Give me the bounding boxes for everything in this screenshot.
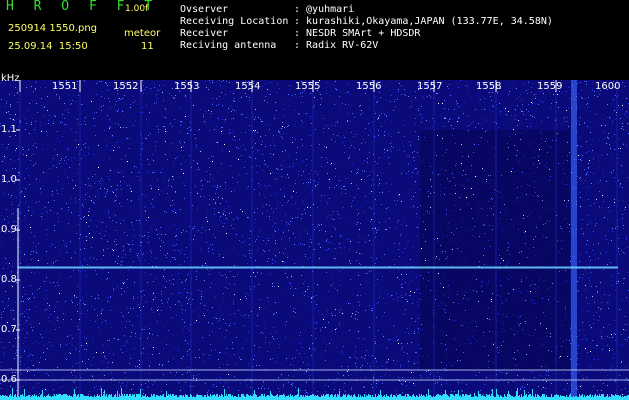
y-tick-label: 0.8 (1, 274, 17, 285)
vertical-signal-band (571, 80, 577, 400)
version-label: 1.00f (125, 4, 149, 14)
y-tick-label: 1.1 (1, 124, 17, 135)
x-tick-label: 1556 (356, 81, 382, 92)
antenna-label: Reciving antenna (180, 40, 277, 51)
x-tick-label: 1559 (537, 81, 563, 92)
x-tick-label: 1554 (235, 81, 261, 92)
x-tick-label: 1555 (295, 81, 321, 92)
spectrogram-plot (0, 80, 629, 400)
y-tick-label: 1.0 (1, 174, 17, 185)
meteor-label: meteor (124, 28, 161, 39)
y-tick-label: 0.6 (1, 374, 17, 385)
y-tick-label: 0.9 (1, 224, 17, 235)
x-tick-label: 1551 (52, 81, 78, 92)
receiver-value: : NESDR SMArt + HDSDR (294, 28, 421, 39)
x-tick-label: 1600 (595, 81, 621, 92)
observer-value: : @yuhmari (294, 4, 355, 15)
x-tick-label: 1553 (174, 81, 200, 92)
meteor-count: 11 (141, 41, 154, 52)
location-label: Receiving Location (180, 16, 289, 27)
location-value: : kurashiki,Okayama,JAPAN (133.77E, 34.5… (294, 16, 553, 27)
header-panel: H R O F F T 1.00f 250914 1550.png 25.09.… (0, 0, 629, 80)
filename-label: 250914 1550.png (8, 23, 98, 34)
x-tick-label: 1557 (417, 81, 443, 92)
y-tick-label: 0.7 (1, 324, 17, 335)
x-tick-label: 1552 (113, 81, 139, 92)
datetime-label: 25.09.14 15:50 (8, 41, 88, 52)
antenna-value: : Radix RV-62V (294, 40, 379, 51)
x-tick-label: 1558 (476, 81, 502, 92)
receiver-label: Receiver (180, 28, 229, 39)
y-axis-unit-label: kHz (1, 73, 20, 84)
observer-label: Ovserver (180, 4, 229, 15)
